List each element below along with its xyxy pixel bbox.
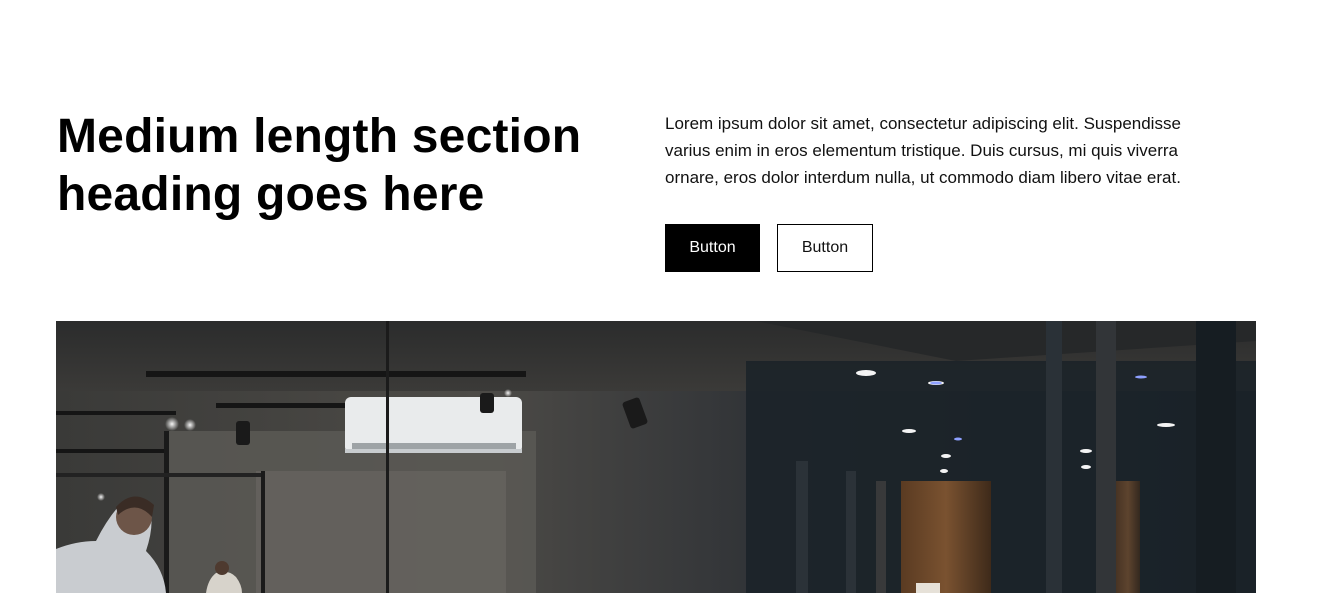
secondary-button[interactable]: Button [777, 224, 873, 272]
office-interior-photo [56, 321, 1256, 593]
primary-button[interactable]: Button [665, 224, 760, 272]
section-body-text: Lorem ipsum dolor sit amet, consectetur … [665, 114, 1181, 187]
section-heading-line2: heading goes here [57, 168, 485, 221]
section-heading: Medium length section heading goes here [57, 108, 617, 224]
header-section: Medium length section heading goes here … [0, 0, 1321, 593]
hero-image [56, 321, 1256, 593]
section-heading-line1: Medium length section [57, 110, 582, 163]
